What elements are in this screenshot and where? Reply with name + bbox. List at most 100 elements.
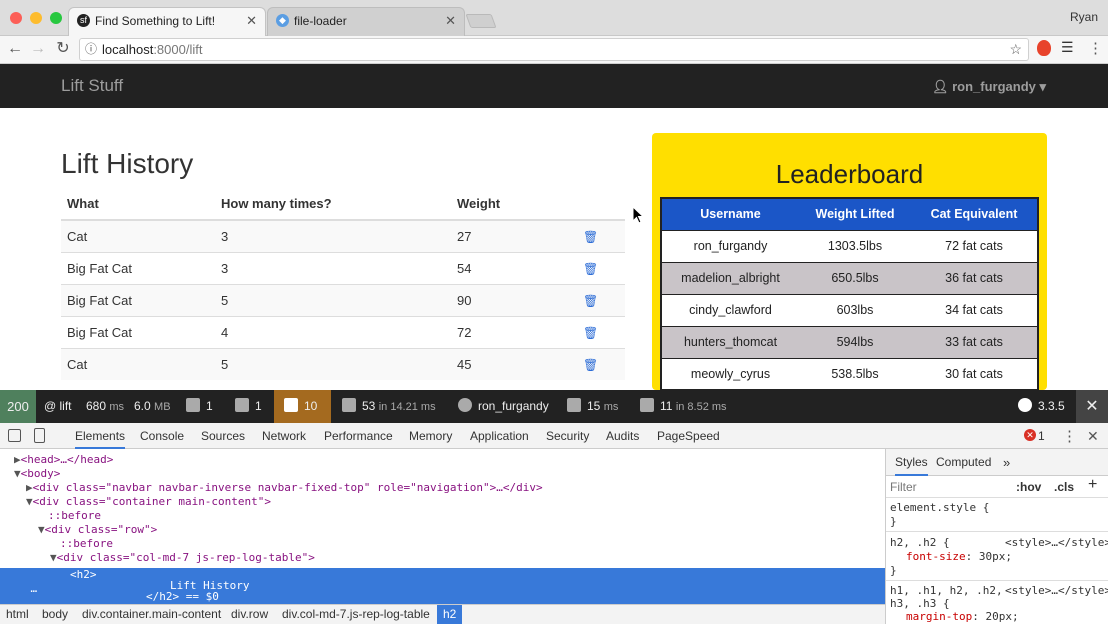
dom-node-container[interactable]: ▼<div class="container main-content"> [0, 495, 885, 509]
dom-node-before[interactable]: ::before [0, 537, 885, 551]
breadcrumb-container[interactable]: div.container.main-content [82, 605, 221, 624]
user-dropdown[interactable]: 👤︎ ron_furgandy ▾ [932, 79, 1046, 95]
twig-item[interactable]: 53 in 14.21 ms [342, 390, 436, 423]
dom-node-h2-selected[interactable]: … <h2> Lift History </h2> == $0 [0, 568, 885, 604]
style-rule-headings-source[interactable]: <style>…</style> [1005, 584, 1108, 598]
cell-weight: 27 [451, 219, 577, 252]
extension-layers-icon[interactable]: ☰ [1061, 39, 1074, 56]
request-unit: ms [603, 401, 619, 413]
forward-arrow-icon[interactable]: → [28, 39, 48, 59]
breadcrumb-row[interactable]: div.row [231, 605, 268, 624]
filter-input[interactable]: Filter [890, 480, 917, 494]
style-prop-font-size[interactable]: font-size: 30px; [906, 550, 1012, 564]
reload-icon[interactable]: ↻ [53, 39, 73, 59]
tab-elements[interactable]: Elements [75, 423, 126, 449]
dom-node-row[interactable]: ▼<div class="row"> [0, 523, 885, 537]
symfony-debug-toolbar: 200 @ lift 680 ms 6.0 MB 1 1 10 53 in 14… [0, 390, 1108, 423]
breadcrumb-h2[interactable]: h2 [437, 605, 463, 624]
trash-icon[interactable]: 🗑︎ [583, 326, 598, 340]
style-rule-h2-source[interactable]: <style>…</style> [1005, 536, 1108, 550]
twig-layers-icon [342, 398, 356, 412]
browser-menu-icon[interactable]: ⋮ [1088, 39, 1103, 57]
route-item[interactable]: @ lift [44, 390, 72, 423]
status-code-badge[interactable]: 200 [0, 390, 36, 423]
hov-toggle[interactable]: :hov [1016, 480, 1041, 494]
security-user-item[interactable]: ron_furgandy [458, 390, 549, 423]
tab-security[interactable]: Security [546, 423, 589, 449]
profile-name[interactable]: Ryan [1070, 10, 1098, 24]
style-rule-element[interactable]: element.style { [890, 501, 989, 515]
request-icon [567, 398, 581, 412]
browser-tab-file-loader[interactable]: ◆ file-loader ✕ [267, 7, 465, 36]
dom-node-navbar[interactable]: ▶<div class="navbar navbar-inverse navba… [0, 481, 885, 495]
tab-performance[interactable]: Performance [324, 423, 393, 449]
site-brand[interactable]: Lift Stuff [61, 76, 123, 96]
cell-weight-lifted: 538.5lbs [799, 357, 911, 390]
dom-node-before[interactable]: ::before [0, 509, 885, 523]
cell-username: cindy_clawford [661, 293, 799, 326]
style-rule-h2-close: } [890, 564, 897, 577]
close-window-button[interactable] [10, 12, 22, 24]
symfony-version-item[interactable]: 3.3.5 [1018, 390, 1065, 423]
logs-icon [235, 398, 249, 412]
tab-audits[interactable]: Audits [606, 423, 639, 449]
trash-icon[interactable]: 🗑︎ [583, 230, 598, 244]
table-row: hunters_thomcat 594lbs 33 fat cats [661, 325, 1038, 358]
errors-item[interactable]: 10 [274, 390, 331, 423]
error-count[interactable]: 1 [1038, 429, 1045, 443]
breadcrumb-html[interactable]: html [6, 605, 29, 624]
cls-toggle[interactable]: .cls [1054, 480, 1074, 494]
elements-dom-tree[interactable]: ▶<head>…</head> ▼<body> ▶<div class="nav… [0, 449, 885, 604]
tab-pagespeed[interactable]: PageSpeed [657, 423, 720, 449]
time-unit: ms [109, 401, 125, 413]
close-tab-icon[interactable]: ✕ [445, 8, 456, 34]
breadcrumb-col[interactable]: div.col-md-7.js-rep-log-table [282, 605, 430, 624]
minimize-window-button[interactable] [30, 12, 42, 24]
dom-node-head[interactable]: ▶<head>…</head> [0, 453, 885, 467]
request-item[interactable]: 15 ms [567, 390, 618, 423]
tab-styles[interactable]: Styles [895, 449, 928, 476]
close-tab-icon[interactable]: ✕ [246, 8, 257, 34]
add-rule-icon[interactable]: + [1088, 476, 1097, 494]
trash-icon[interactable]: 🗑︎ [583, 358, 598, 372]
zoom-window-button[interactable] [50, 12, 62, 24]
tab-console[interactable]: Console [140, 423, 184, 449]
cell-weight-lifted: 650.5lbs [799, 261, 911, 294]
browser-tab-lift[interactable]: sf Find Something to Lift! ✕ [68, 7, 266, 36]
forms-count: 1 [206, 399, 213, 413]
tab-sources[interactable]: Sources [201, 423, 245, 449]
database-item[interactable]: 11 in 8.52 ms [640, 390, 727, 423]
trash-icon[interactable]: 🗑︎ [583, 262, 598, 276]
close-devtools-icon[interactable]: ✕ [1087, 428, 1099, 445]
tab-application[interactable]: Application [470, 423, 529, 449]
inspect-element-icon[interactable] [8, 429, 21, 442]
back-arrow-icon[interactable]: ← [5, 39, 25, 59]
address-bar[interactable]: ⓘ localhost:8000/lift ☆ [79, 38, 1029, 61]
device-toolbar-icon[interactable] [34, 428, 45, 443]
error-icon[interactable]: ✕ [1024, 429, 1036, 441]
more-tabs-icon[interactable]: » [1003, 449, 1010, 476]
trash-icon[interactable]: 🗑︎ [583, 294, 598, 308]
tab-computed[interactable]: Computed [936, 449, 991, 476]
dom-node-col[interactable]: ▼<div class="col-md-7 js-rep-log-table"> [0, 551, 885, 565]
tab-memory[interactable]: Memory [409, 423, 452, 449]
info-icon[interactable]: ⓘ [85, 39, 97, 60]
style-prop-margin-top[interactable]: margin-top: 20px; [906, 610, 1019, 624]
logs-item[interactable]: 1 [235, 390, 262, 423]
breadcrumb-body[interactable]: body [42, 605, 68, 624]
new-tab-button[interactable] [465, 14, 497, 28]
close-toolbar-icon[interactable]: ✕ [1076, 390, 1108, 423]
memory-item[interactable]: 6.0 MB [134, 390, 171, 423]
style-rule-headings-selector-2[interactable]: h3, .h3 { [890, 597, 950, 611]
style-rule-headings-selector[interactable]: h1, .h1, h2, .h2, [890, 584, 1003, 598]
dom-node-body[interactable]: ▼<body> [0, 467, 885, 481]
tab-network[interactable]: Network [262, 423, 306, 449]
devtools-menu-icon[interactable]: ⋮ [1062, 427, 1077, 445]
forms-item[interactable]: 1 [186, 390, 213, 423]
extension-fire-icon[interactable] [1037, 40, 1051, 56]
devtools-tab-bar: Elements Console Sources Network Perform… [0, 423, 1108, 449]
bookmark-star-icon[interactable]: ☆ [1009, 39, 1022, 60]
time-item[interactable]: 680 ms [86, 390, 124, 423]
table-row: meowly_cyrus 538.5lbs 30 fat cats [661, 357, 1038, 390]
style-rule-h2-selector[interactable]: h2, .h2 { [890, 536, 950, 550]
